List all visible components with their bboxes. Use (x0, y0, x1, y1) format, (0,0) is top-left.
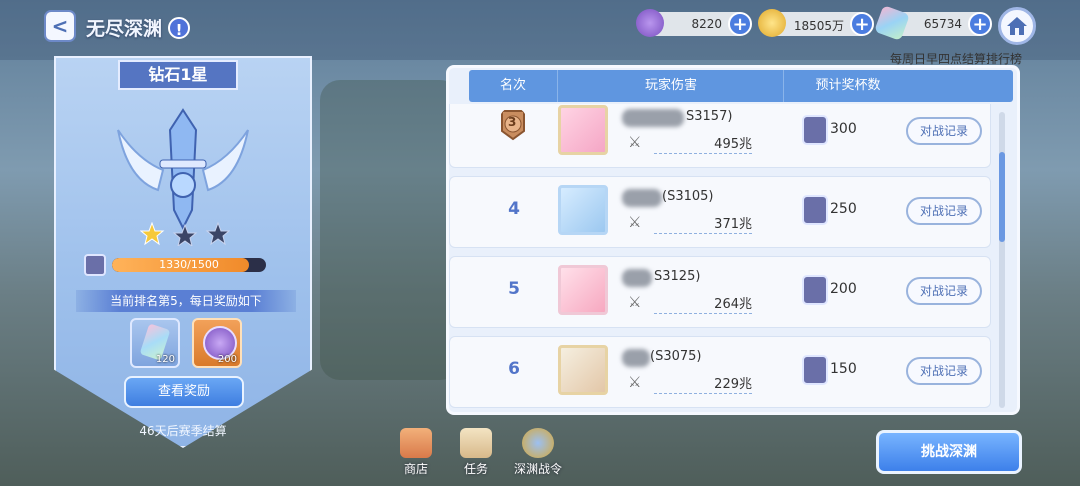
player-damage: 264兆 (714, 297, 752, 312)
hidden-name-blur (622, 349, 650, 367)
background-pillar (320, 80, 460, 380)
trophy-count: 200 (830, 281, 857, 297)
column-header-damage: 玩家伤害 (557, 70, 784, 102)
column-header-trophies: 预计奖杯数 (783, 70, 912, 102)
ranking-list[interactable]: 3 S3157) ⚔ 495兆 300 对战记录 4 (S3105) ⚔ 371… (449, 104, 1009, 410)
damage-underline (654, 313, 752, 314)
add-purple-coin-button[interactable]: + (728, 12, 752, 36)
gold-coin-icon (758, 9, 786, 37)
damage-underline (654, 393, 752, 394)
sword-icon: ⚔ (628, 213, 642, 231)
reward-qty: 200 (217, 354, 237, 365)
trophy-badge-icon (802, 115, 828, 145)
season-end-countdown: 46天后赛季结算 (139, 424, 227, 438)
scrollbar-thumb[interactable] (999, 152, 1005, 242)
damage-underline (654, 153, 752, 154)
nav-shop-label: 商店 (403, 462, 428, 476)
table-row: 3 S3157) ⚔ 495兆 300 对战记录 (449, 104, 991, 168)
resource-gold-coin: 18505万 + (758, 9, 874, 37)
sword-icon: ⚔ (628, 293, 642, 311)
player-name: (S3075) (650, 349, 702, 364)
trophy-count: 300 (830, 121, 857, 137)
nav-tasks-label: 任务 (463, 462, 488, 476)
nav-battle-pass-label: 深渊战令 (513, 462, 562, 476)
damage-underline (654, 233, 752, 234)
trophy-count: 150 (830, 361, 857, 377)
page-title: 无尽深渊 (86, 18, 163, 40)
player-avatar[interactable] (558, 105, 608, 155)
star-empty-icon (205, 222, 230, 246)
table-row: 4 (S3105) ⚔ 371兆 250 对战记录 (449, 176, 991, 248)
battle-record-button[interactable]: 对战记录 (906, 117, 982, 145)
add-gold-coin-button[interactable]: + (850, 12, 874, 36)
back-icon: < (51, 14, 69, 38)
battle-record-button[interactable]: 对战记录 (906, 197, 982, 225)
table-row: 6 (S3075) ⚔ 229兆 150 对战记录 (449, 336, 991, 408)
player-name: S3157) (686, 109, 733, 124)
star-empty-icon (172, 223, 198, 246)
sword-icon: ⚔ (628, 133, 642, 151)
tier-progress-text: 1330/1500 (159, 258, 219, 271)
tier-banner: 钻石1星 (118, 60, 238, 90)
rank-number: 4 (508, 199, 520, 219)
hidden-name-blur (622, 109, 684, 127)
ranking-scrollbar[interactable] (999, 112, 1005, 408)
view-rewards-button[interactable]: 查看奖励 (124, 376, 244, 408)
battle-pass-icon (522, 428, 554, 458)
ranking-table: 名次 玩家伤害 预计奖杯数 3 S3157) ⚔ 495兆 300 对战记录 4… (446, 65, 1020, 415)
player-damage: 495兆 (714, 137, 752, 152)
resource-purple-coin: 8220 + (636, 9, 752, 37)
current-rank-text: 当前排名第5，每日奖励如下 (76, 290, 296, 312)
trophy-badge-icon (802, 355, 828, 385)
rank-number: 6 (508, 359, 520, 379)
reward-crystal[interactable]: 120 (130, 318, 180, 368)
reward-purple-coin[interactable]: 200 (192, 318, 242, 368)
battle-record-button[interactable]: 对战记录 (906, 357, 982, 385)
purple-coin-value: 8220 (691, 17, 722, 31)
diamond-tier-emblem-icon (117, 108, 249, 231)
home-icon (1007, 17, 1027, 35)
purple-coin-icon (636, 9, 664, 37)
table-header: 名次 玩家伤害 预计奖杯数 (469, 70, 1013, 102)
column-header-rank: 名次 (499, 78, 526, 93)
crystal-value: 65734 (923, 17, 962, 31)
trophy-badge-icon (802, 275, 828, 305)
player-avatar[interactable] (558, 185, 608, 235)
hidden-name-blur (622, 189, 662, 207)
home-button[interactable] (998, 7, 1036, 45)
rank-number: 5 (508, 279, 520, 299)
info-icon[interactable]: ! (168, 17, 190, 39)
add-crystal-button[interactable]: + (968, 12, 992, 36)
back-button[interactable]: < (44, 10, 76, 42)
player-name: S3125) (654, 269, 701, 284)
table-row: 5 S3125) ⚔ 264兆 200 对战记录 (449, 256, 991, 328)
nav-tasks[interactable]: 任务 (446, 428, 506, 482)
player-avatar[interactable] (558, 345, 608, 395)
trophy-badge-icon (802, 195, 828, 225)
tier-stars (140, 222, 230, 246)
hidden-name-blur (622, 269, 652, 287)
nav-battle-pass[interactable]: 深渊战令 (508, 428, 568, 482)
crystal-icon (874, 5, 910, 41)
player-damage: 229兆 (714, 377, 752, 392)
trophy-badge-icon (84, 254, 106, 276)
battle-record-button[interactable]: 对战记录 (906, 277, 982, 305)
star-filled-icon (140, 222, 165, 246)
player-name: (S3105) (662, 189, 714, 204)
tier-progress-bar: 1330/1500 (112, 258, 266, 272)
task-icon (460, 428, 492, 458)
challenge-abyss-button[interactable]: 挑战深渊 (876, 430, 1022, 474)
nav-shop[interactable]: 商店 (386, 428, 446, 482)
rank-number: 3 (508, 115, 517, 129)
player-damage: 371兆 (714, 217, 752, 232)
shop-icon (400, 428, 432, 458)
player-avatar[interactable] (558, 265, 608, 315)
resource-crystal: 65734 + (874, 5, 992, 41)
trophy-count: 250 (830, 201, 857, 217)
gold-coin-value: 18505万 (793, 19, 844, 33)
sword-icon: ⚔ (628, 373, 642, 391)
top-bar: < 无尽深渊 ! 8220 + 18505万 + 65734 + (0, 0, 1080, 52)
reward-qty: 120 (155, 354, 175, 365)
